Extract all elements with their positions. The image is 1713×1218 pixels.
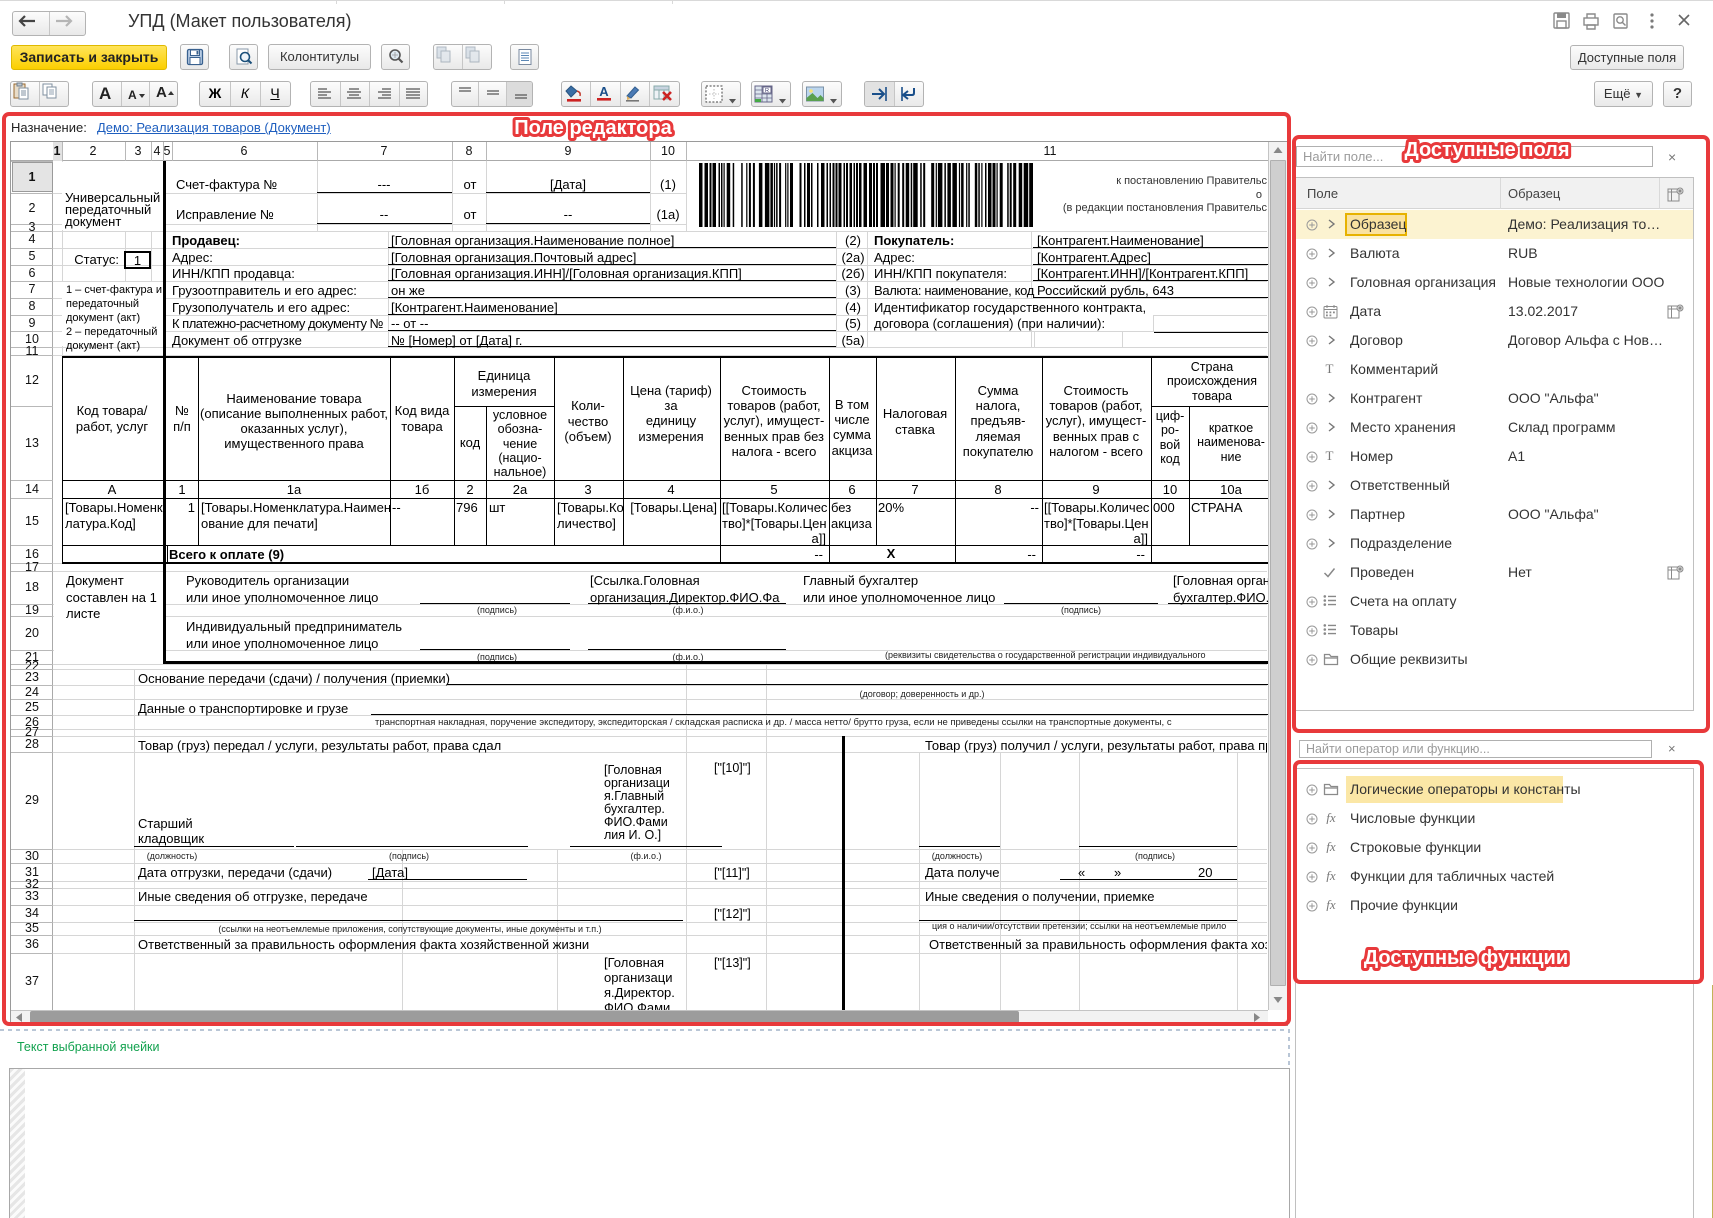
svg-text:R: R: [765, 88, 769, 94]
svg-text:A: A: [599, 84, 609, 99]
svg-text:Доступные поля: Доступные поля: [1404, 139, 1569, 161]
svg-text:Поле редактора: Поле редактора: [514, 117, 672, 139]
svg-text:Доступные функции: Доступные функции: [1364, 947, 1568, 969]
